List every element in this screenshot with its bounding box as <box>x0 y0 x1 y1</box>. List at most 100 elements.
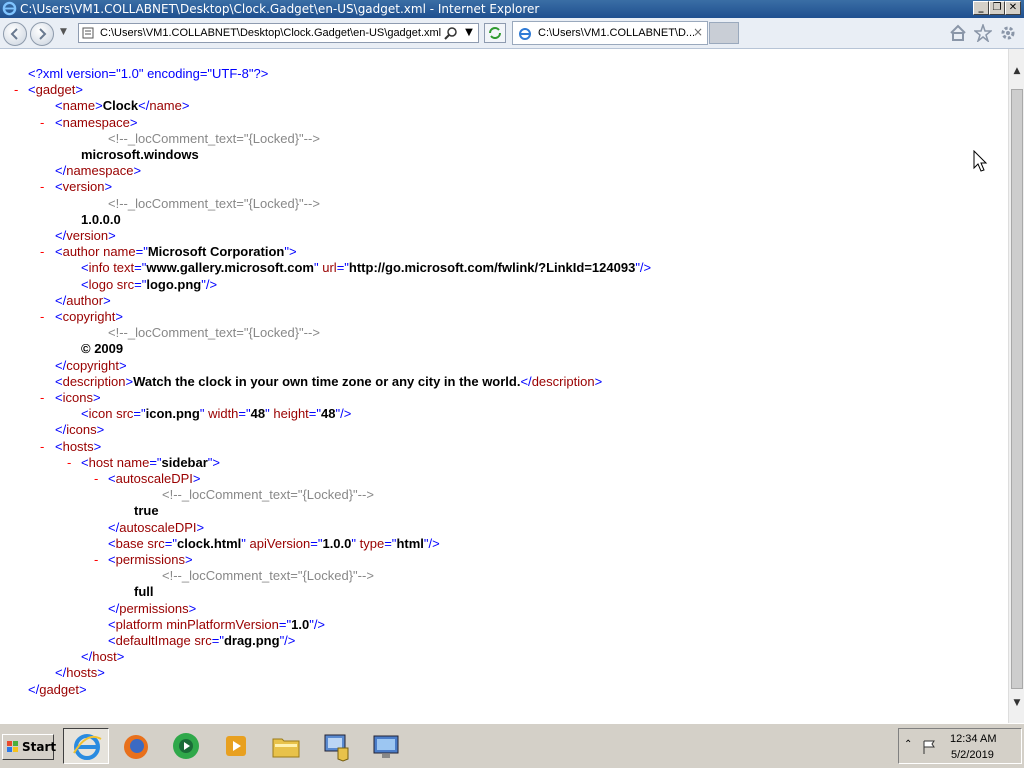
media-center-icon <box>173 733 199 759</box>
version-open-tag: <version> <box>55 179 113 194</box>
permissions-close-tag: </permissions> <box>108 601 197 616</box>
collapse-autoscaledpi[interactable]: - <box>94 471 98 487</box>
taskbar: Start ⌃ 12:34 AM 5/2/2019 <box>0 723 1024 768</box>
compatibility-refresh-icon <box>489 27 501 39</box>
remote-desktop-icon <box>373 735 399 758</box>
tools-gear-icon[interactable] <box>999 24 1017 42</box>
clock-time[interactable]: 12:34 AM <box>950 733 996 745</box>
host-close-tag: </host> <box>81 649 125 664</box>
refresh-button[interactable] <box>484 23 506 43</box>
back-button[interactable] <box>3 22 27 46</box>
permissions-comment: <!--_locComment_text="{Locked}"--> <box>162 568 374 583</box>
taskbar-app-server-manager[interactable] <box>313 728 359 764</box>
copyright-close-tag: </copyright> <box>55 358 127 373</box>
minimize-button[interactable]: _ <box>973 1 989 15</box>
tab-label: C:\Users\VM1.COLLABNET\D... <box>538 27 696 39</box>
autoscaledpi-comment: <!--_locComment_text="{Locked}"--> <box>162 487 374 502</box>
folder-icon <box>272 738 300 758</box>
collapse-icons[interactable]: - <box>40 390 44 406</box>
icons-close-tag: </icons> <box>55 422 105 437</box>
permissions-open-tag: <permissions> <box>108 552 193 567</box>
host-open-tag: <host name="sidebar"> <box>81 455 221 470</box>
show-hidden-icons-icon[interactable]: ⌃ <box>904 739 912 750</box>
forward-button[interactable] <box>30 22 54 46</box>
autoscaledpi-open-tag: <autoscaleDPI> <box>108 471 201 486</box>
autoscaledpi-close-tag: </autoscaleDPI> <box>108 520 205 535</box>
system-tray: ⌃ 12:34 AM 5/2/2019 <box>898 728 1022 764</box>
restore-icon: ❐ <box>992 2 1002 13</box>
taskbar-app-internet-explorer[interactable] <box>63 728 109 764</box>
collapse-copyright[interactable]: - <box>40 309 44 325</box>
collapse-host[interactable]: - <box>67 455 71 471</box>
copyright-comment: <!--_locComment_text="{Locked}"--> <box>108 325 320 340</box>
window-title: C:\Users\VM1.COLLABNET\Desktop\Clock.Gad… <box>20 2 540 16</box>
window-titlebar: C:\Users\VM1.COLLABNET\Desktop\Clock.Gad… <box>0 0 1024 18</box>
address-bar[interactable]: C:\Users\VM1.COLLABNET\Desktop\Clock.Gad… <box>78 23 479 43</box>
collapse-gadget[interactable]: - <box>14 82 18 98</box>
xml-document-view: <?xml version="1.0" encoding="UTF-8"?> -… <box>0 49 1008 723</box>
restore-button[interactable]: ❐ <box>989 1 1005 15</box>
icon-element: <icon src="icon.png" width="48" height="… <box>81 406 352 421</box>
hosts-close-tag: </hosts> <box>55 665 105 680</box>
version-value: 1.0.0.0 <box>81 212 121 227</box>
recent-pages-icon[interactable]: ▼ <box>60 27 67 37</box>
collapse-version[interactable]: - <box>40 179 44 195</box>
tab-gadget-xml[interactable]: C:\Users\VM1.COLLABNET\D... × <box>512 21 708 45</box>
logo-element: <logo src="logo.png"/> <box>81 277 218 292</box>
namespace-open-tag: <namespace> <box>55 115 138 130</box>
copyright-value: © 2009 <box>81 341 124 356</box>
taskbar-app-remote-desktop[interactable] <box>363 728 409 764</box>
collapse-hosts[interactable]: - <box>40 439 44 455</box>
new-tab-button[interactable] <box>709 22 739 44</box>
defaultimage-element: <defaultImage src="drag.png"/> <box>108 633 296 648</box>
author-open-tag: <author name="Microsoft Corporation"> <box>55 244 297 259</box>
start-button[interactable]: Start <box>2 734 57 760</box>
internet-explorer-icon <box>73 734 102 760</box>
collapse-author[interactable]: - <box>40 244 44 260</box>
description-element: <description>Watch the clock in your own… <box>55 374 603 389</box>
platform-element: <platform minPlatformVersion="1.0"/> <box>108 617 326 632</box>
media-player-icon <box>226 736 246 756</box>
start-label: Start <box>22 740 57 754</box>
internet-explorer-icon <box>2 1 17 16</box>
forward-arrow-icon <box>39 28 47 40</box>
taskbar-app-media-player[interactable] <box>213 728 259 764</box>
windows-flag-icon <box>7 741 18 752</box>
scrollbar-thumb[interactable] <box>1011 89 1023 689</box>
favorites-star-icon[interactable] <box>974 24 992 42</box>
mouse-cursor-icon <box>973 150 988 172</box>
base-element: <base src="clock.html" apiVersion="1.0.0… <box>108 536 440 551</box>
collapse-permissions[interactable]: - <box>94 552 98 568</box>
icons-open-tag: <icons> <box>55 390 101 405</box>
permissions-value: full <box>134 584 154 599</box>
taskbar-app-media-center[interactable] <box>163 728 209 764</box>
version-close-tag: </version> <box>55 228 116 243</box>
server-manager-icon <box>324 734 349 762</box>
browser-toolbar: ▼ C:\Users\VM1.COLLABNET\Desktop\Clock.G… <box>0 18 1024 49</box>
minimize-icon: _ <box>978 2 984 13</box>
home-icon[interactable] <box>949 24 967 42</box>
search-icon[interactable] <box>444 26 458 40</box>
hosts-open-tag: <hosts> <box>55 439 102 454</box>
page-icon <box>82 27 94 39</box>
internet-explorer-tab-icon <box>519 28 531 40</box>
back-arrow-icon <box>10 28 18 40</box>
autoscaledpi-value: true <box>134 503 159 518</box>
info-element: <info text="www.gallery.microsoft.com" u… <box>81 260 652 275</box>
close-button[interactable]: ✕ <box>1005 1 1021 15</box>
address-dropdown-icon[interactable]: ▼ <box>462 26 476 40</box>
close-icon: ✕ <box>1008 2 1018 13</box>
tab-close-icon[interactable]: × <box>693 25 703 39</box>
collapse-namespace[interactable]: - <box>40 115 44 131</box>
gadget-close-tag: </gadget> <box>28 682 87 697</box>
taskbar-app-file-explorer[interactable] <box>263 728 309 764</box>
scroll-up-icon[interactable]: ▲ <box>1009 63 1024 79</box>
vertical-scrollbar[interactable]: ▲ ▼ <box>1008 49 1024 723</box>
scroll-down-icon[interactable]: ▼ <box>1009 695 1024 711</box>
address-url: C:\Users\VM1.COLLABNET\Desktop\Clock.Gad… <box>100 27 442 39</box>
gadget-open-tag: <gadget> <box>28 82 83 97</box>
action-center-flag-icon[interactable] <box>921 739 937 755</box>
taskbar-app-firefox[interactable] <box>113 728 159 764</box>
version-comment: <!--_locComment_text="{Locked}"--> <box>108 196 320 211</box>
clock-date[interactable]: 5/2/2019 <box>951 749 994 761</box>
